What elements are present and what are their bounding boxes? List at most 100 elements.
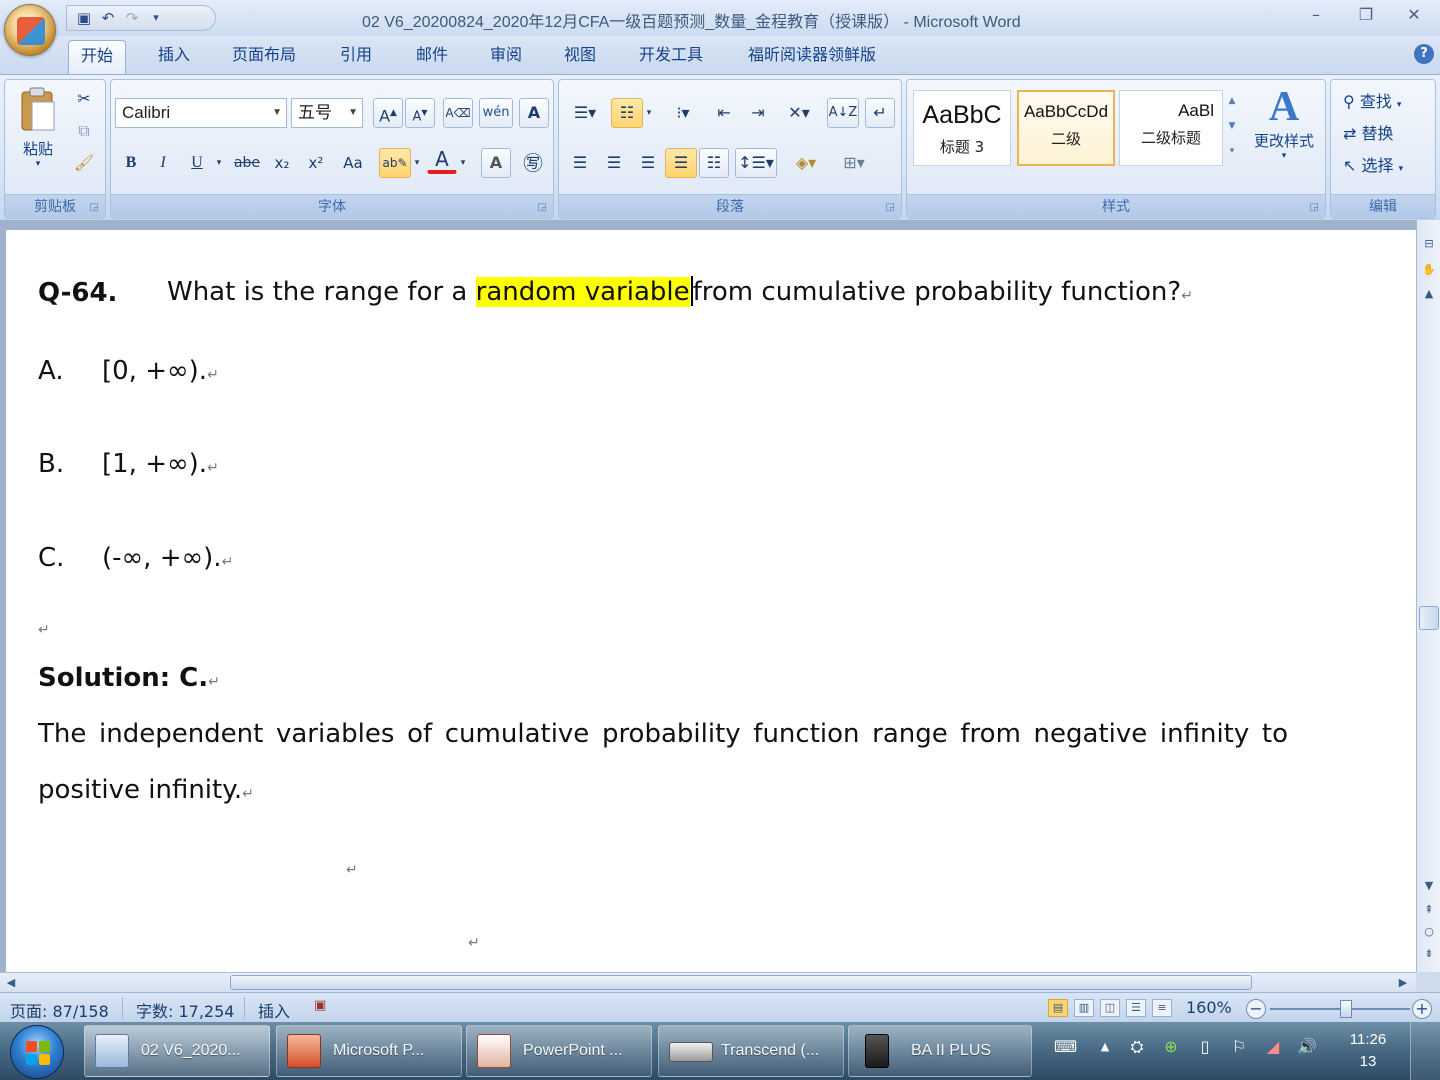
enclose-char-icon[interactable]: ㊢ [517,148,549,178]
vertical-scroll-thumb[interactable] [1419,606,1439,630]
taskbar-item-calculator[interactable]: BA II PLUS [848,1025,1032,1077]
redo-icon[interactable]: ↷ [123,9,141,27]
clipboard-launcher-icon[interactable]: ◲ [90,202,99,213]
align-right-icon[interactable]: ☰ [633,148,663,178]
help-icon[interactable]: ? [1414,44,1434,64]
superscript-button[interactable]: x² [301,148,331,178]
distribute-icon[interactable]: ☷ [699,148,729,178]
styles-launcher-icon[interactable]: ◲ [1310,202,1319,213]
bold-button[interactable]: B [117,148,145,178]
style-level2-heading[interactable]: AaBl 二级标题 [1119,90,1223,166]
network-status-icon[interactable]: ◢ [1262,1036,1284,1058]
change-case-button[interactable]: Aa [333,148,373,178]
horizontal-scroll-thumb[interactable] [230,975,1252,990]
taskbar-item-powerpoint-2[interactable]: PowerPoint ... [466,1025,652,1077]
numbering-icon[interactable]: ☷ [611,98,643,128]
font-launcher-icon[interactable]: ◲ [538,202,547,213]
chinese-layout-icon[interactable]: ✕▾ [779,98,819,128]
taskbar-item-transcend[interactable]: Transcend (... [658,1025,844,1077]
char-border-icon[interactable]: A [519,98,549,128]
close-button[interactable]: ✕ [1396,4,1432,26]
show-desktop-button[interactable] [1410,1022,1440,1080]
previous-page-icon[interactable]: ⇞ [1419,900,1439,920]
increase-indent-icon[interactable]: ⇥ [743,98,773,128]
start-button[interactable] [10,1025,64,1079]
page-count[interactable]: 页面: 87/158 [10,998,109,1022]
font-name-combo[interactable]: Calibri ▼ [115,98,287,128]
plus-circle-icon[interactable]: ⊕ [1160,1036,1182,1058]
change-styles-button[interactable]: A 更改样式 ▾ [1245,84,1323,180]
tab-references[interactable]: 引用 [328,40,384,74]
paragraph-launcher-icon[interactable]: ◲ [886,202,895,213]
borders-icon[interactable]: ⊞▾ [833,148,875,178]
tab-mailings[interactable]: 邮件 [404,40,460,74]
zoom-out-icon[interactable]: − [1246,999,1266,1019]
zoom-slider-thumb[interactable] [1340,1000,1352,1018]
zoom-level[interactable]: 160% [1186,998,1232,1017]
undo-icon[interactable]: ↶ [99,9,117,27]
tab-insert[interactable]: 插入 [146,40,202,74]
office-button[interactable] [4,4,56,56]
paste-button[interactable]: 粘贴 ▾ [11,86,65,186]
strikethrough-button[interactable]: abe [229,148,265,178]
gallery-scroll-icon[interactable]: ▲ ▼ ▾ [1223,88,1241,164]
taskbar-item-word[interactable]: 02 V6_2020... [84,1025,270,1077]
next-page-icon[interactable]: ⇟ [1419,944,1439,964]
shading-icon[interactable]: ◈▾ [785,148,827,178]
keyboard-icon[interactable]: ⌨ [1054,1036,1077,1058]
chevron-down-icon[interactable]: ▾ [643,98,655,128]
chevron-down-icon[interactable]: ▾ [457,148,469,178]
print-layout-icon[interactable]: ▤ [1048,999,1068,1017]
minimize-button[interactable]: – [1298,4,1334,26]
draft-icon[interactable]: ≡ [1152,999,1172,1017]
chevron-down-icon[interactable]: ▾ [411,148,423,178]
web-layout-icon[interactable]: ◫ [1100,999,1120,1017]
align-center-icon[interactable]: ☰ [599,148,629,178]
char-shading-icon[interactable]: A [481,148,511,178]
tab-page-layout[interactable]: 页面布局 [220,40,308,74]
font-color-icon[interactable]: A [427,144,457,174]
scroll-down-icon[interactable]: ▼ [1419,876,1439,896]
ruler-toggle-icon[interactable]: ⊟ [1419,234,1439,254]
underline-button[interactable]: U [183,148,211,178]
tab-review[interactable]: 审阅 [478,40,534,74]
zoom-in-icon[interactable]: + [1412,999,1432,1019]
decrease-indent-icon[interactable]: ⇤ [709,98,739,128]
tab-developer[interactable]: 开发工具 [627,40,715,74]
vertical-scrollbar[interactable]: ⊟ ✋ ▲ ▼ ⇞ ○ ⇟ [1416,220,1440,972]
show-hidden-icons-icon[interactable]: ▲ [1094,1036,1116,1058]
multilevel-list-icon[interactable]: ⁝▾ [663,98,703,128]
tab-foxit[interactable]: 福昕阅读器领鲜版 [736,40,888,74]
bullets-icon[interactable]: ☰▾ [565,98,605,128]
show-marks-icon[interactable]: ↵ [865,98,895,128]
sort-icon[interactable]: A↓Z [827,98,859,128]
chevron-down-icon[interactable]: ▾ [213,148,225,178]
format-painter-icon[interactable]: 🖌 [69,148,99,178]
macro-record-icon[interactable]: ▣ [314,998,326,1013]
tab-view[interactable]: 视图 [552,40,608,74]
clear-format-icon[interactable]: A⌫ [443,98,473,128]
volume-icon[interactable]: 🔊 [1296,1036,1318,1058]
scroll-left-icon[interactable]: ◀ [2,974,20,991]
outline-icon[interactable]: ☰ [1126,999,1146,1017]
style-level2[interactable]: AaBbCcDd 二级 [1017,90,1115,166]
horizontal-scrollbar[interactable]: ◀ ▶ [0,972,1416,992]
scroll-up-icon[interactable]: ▲ [1419,284,1439,304]
insert-mode[interactable]: 插入 [258,998,290,1022]
document-page[interactable]: Q-64. What is the range for a random var… [6,230,1416,972]
grow-font-icon[interactable]: A▲ [373,98,403,128]
clipboard-tray-icon[interactable]: ▯ [1194,1036,1216,1058]
save-icon[interactable]: ▣ [75,9,93,27]
style-heading3[interactable]: AaBbC 标题 3 [913,90,1011,166]
cut-icon[interactable]: ✂ [69,84,99,114]
action-center-flag-icon[interactable]: ⚐ [1228,1036,1250,1058]
copy-icon[interactable]: ⧉ [69,116,99,146]
select-button[interactable]: ↖ 选择 ▾ [1343,152,1403,176]
restore-button[interactable]: ❐ [1348,4,1384,26]
tab-home[interactable]: 开始 [68,40,127,74]
replace-button[interactable]: ⇄ 替换 [1343,120,1394,144]
italic-button[interactable]: I [149,148,177,178]
find-button[interactable]: ⚲ 查找 ▾ [1343,88,1401,112]
customize-icon[interactable]: ▾ [147,9,165,27]
justify-icon[interactable]: ☰ [665,148,697,178]
